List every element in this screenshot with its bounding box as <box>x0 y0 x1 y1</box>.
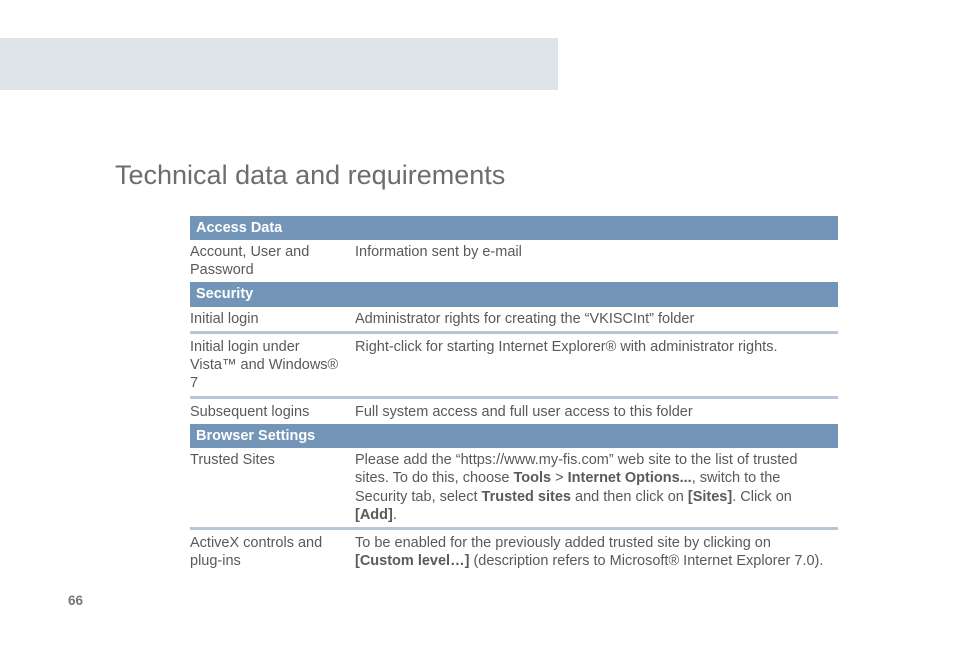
row-value: Administrator rights for creating the “V… <box>355 307 838 333</box>
page-title: Technical data and requirements <box>115 160 505 191</box>
table-row: Account, User and PasswordInformation se… <box>190 240 838 282</box>
table-row: ActiveX controls and plug-insTo be enabl… <box>190 531 838 573</box>
row-label: Subsequent logins <box>190 400 355 424</box>
row-label: Trusted Sites <box>190 448 355 528</box>
section-label: Browser Settings <box>190 424 838 448</box>
row-value: Please add the “https://www.my-fis.com” … <box>355 448 838 528</box>
section-label: Security <box>190 282 838 306</box>
section-header: Browser Settings <box>190 424 838 448</box>
table-row: Trusted SitesPlease add the “https://www… <box>190 448 838 528</box>
section-label: Access Data <box>190 216 838 240</box>
row-value: Right-click for starting Internet Explor… <box>355 335 838 397</box>
table-row: Subsequent loginsFull system access and … <box>190 400 838 424</box>
row-value: To be enabled for the previously added t… <box>355 531 838 573</box>
header-bar <box>0 38 558 90</box>
row-value: Full system access and full user access … <box>355 400 838 424</box>
page-number: 66 <box>68 593 83 608</box>
row-label: Initial login under Vista™ and Windows® … <box>190 335 355 397</box>
row-value: Information sent by e-mail <box>355 240 838 282</box>
row-label: Account, User and Password <box>190 240 355 282</box>
table-row: Initial loginAdministrator rights for cr… <box>190 307 838 333</box>
table-row: Initial login under Vista™ and Windows® … <box>190 335 838 397</box>
row-label: ActiveX controls and plug-ins <box>190 531 355 573</box>
section-header: Access Data <box>190 216 838 240</box>
section-header: Security <box>190 282 838 306</box>
requirements-table: Access DataAccount, User and PasswordInf… <box>190 216 838 574</box>
row-label: Initial login <box>190 307 355 333</box>
